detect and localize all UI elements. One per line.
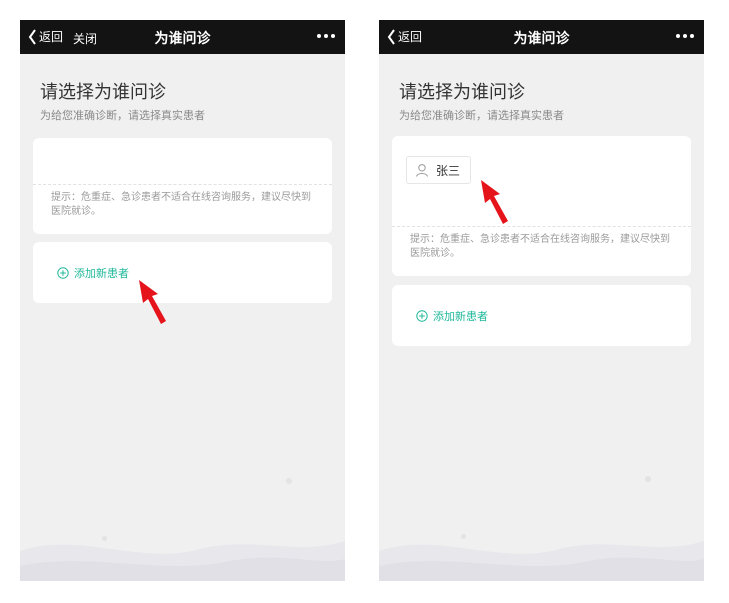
background-dot [645, 476, 651, 482]
add-patient-button[interactable]: 添加新患者 [416, 308, 488, 324]
more-dots-icon[interactable] [317, 28, 335, 44]
navbar: 返回 为谁问诊 [379, 20, 704, 54]
patient-list-card [33, 138, 332, 184]
add-circle-icon [416, 310, 428, 322]
background-wave [379, 541, 704, 581]
person-outline-icon [416, 164, 428, 177]
red-arrow-annotation [481, 180, 508, 224]
red-arrow-annotation [139, 280, 166, 324]
background-dot [286, 478, 292, 484]
nav-title: 为谁问诊 [154, 31, 211, 47]
background-dot [102, 536, 107, 541]
tip-text: 提示：危重症、急诊患者不适合在线咨询服务，建议尽快到医院就诊。 [33, 184, 332, 234]
nav-title: 为谁问诊 [513, 31, 570, 47]
add-patient-button[interactable]: 添加新患者 [57, 265, 129, 281]
patient-list-card: 张三 [392, 136, 691, 226]
add-patient-label: 添加新患者 [74, 267, 129, 280]
patient-chip[interactable]: 张三 [406, 156, 472, 184]
add-patient-card: 添加新患者 [392, 285, 691, 346]
navbar: 返回 关闭 为谁问诊 [20, 20, 345, 54]
phone-screen-left: 返回 关闭 为谁问诊 请选择为谁问诊 为给您准确诊断，请选择真实患者 提示：危重… [20, 20, 345, 581]
page-heading: 请选择为谁问诊 [40, 82, 166, 103]
add-patient-card: 添加新患者 [33, 242, 332, 303]
page-heading: 请选择为谁问诊 [399, 82, 525, 103]
more-dots-icon[interactable] [676, 28, 694, 44]
add-patient-label: 添加新患者 [433, 310, 488, 323]
background-dot [461, 534, 466, 539]
background-wave [20, 541, 345, 581]
add-circle-icon [57, 267, 69, 279]
page-subtitle: 为给您准确诊断，请选择真实患者 [40, 109, 205, 122]
page-subtitle: 为给您准确诊断，请选择真实患者 [399, 109, 564, 122]
patient-name: 张三 [436, 163, 461, 178]
phone-screen-right: 返回 为谁问诊 请选择为谁问诊 为给您准确诊断，请选择真实患者 张三 提示：危重… [379, 20, 704, 581]
tip-text: 提示：危重症、急诊患者不适合在线咨询服务，建议尽快到医院就诊。 [392, 226, 691, 276]
